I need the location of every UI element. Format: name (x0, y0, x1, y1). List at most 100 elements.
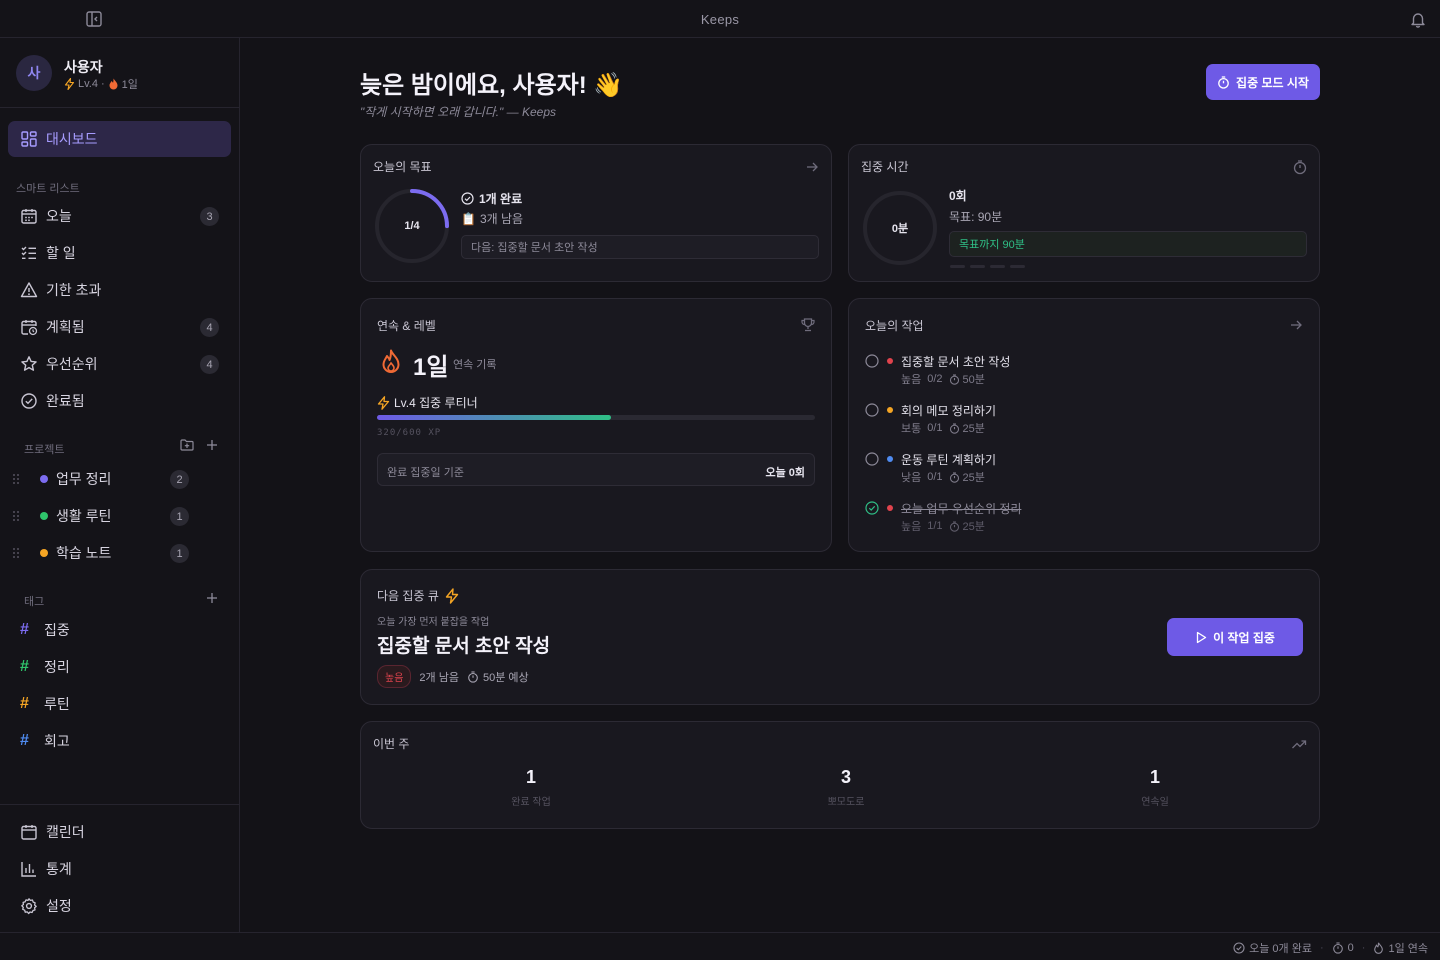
task-priority: 높음 (901, 374, 922, 386)
project-item-life[interactable]: 생활 루틴 1 (8, 499, 231, 533)
task-progress: 1/1 (927, 520, 943, 532)
nav-planned-count: 4 (200, 318, 219, 337)
nav-today[interactable]: 오늘 3 (8, 198, 231, 234)
clipboard-icon: 📋 (461, 211, 476, 226)
bolt-icon (64, 78, 75, 90)
status-streak: 1일 연속 (1373, 940, 1428, 956)
hash-icon: # (20, 732, 29, 749)
flame-icon (109, 78, 118, 90)
priority-dot (887, 407, 893, 413)
today-goal-card: 오늘의 목표 1/4 1개 완료 📋 3개 남음 다음: 집중할 문서 초안 작… (360, 144, 832, 282)
queue-meta: 높음 2개 남음 50분 예상 (377, 665, 529, 688)
gear-icon (21, 898, 37, 915)
task-row[interactable]: 회의 메모 정리하기 보통 0/1 25분 (865, 400, 1285, 446)
arrow-right-icon[interactable] (804, 159, 820, 175)
user-profile[interactable]: 사 사용자 Lv.4 · 1일 (0, 38, 239, 108)
card-title: 연속 & 레벨 (377, 319, 436, 333)
check-circle-icon (461, 192, 474, 205)
status-bar: 오늘 0개 완료 · 0 · 1일 연속 (0, 932, 1440, 960)
task-name: 운동 루틴 계획하기 (901, 453, 996, 467)
goal-progress-ring: 1/4 (373, 187, 451, 265)
nav-calendar[interactable]: 캘린더 (8, 814, 231, 850)
nav-settings[interactable]: 설정 (8, 888, 231, 924)
sidebar: 사 사용자 Lv.4 · 1일 대시보드 스마트 리스트 오늘 3 할 일 기한… (0, 38, 240, 932)
calendar-icon (21, 825, 37, 840)
checkbox-icon[interactable] (865, 354, 879, 368)
nav-stats-label: 통계 (46, 861, 72, 877)
arrow-right-icon[interactable] (1288, 317, 1304, 333)
task-name: 회의 메모 정리하기 (901, 404, 996, 418)
calendar-clock-icon (21, 320, 38, 336)
focus-this-task-button[interactable]: 이 작업 집중 (1167, 618, 1303, 656)
task-row[interactable]: 오늘 업무 우선순위 정리 높음 1/1 25분 (865, 498, 1285, 544)
tag-item-retro[interactable]: # 회고 (20, 726, 70, 756)
bolt-icon (377, 395, 390, 410)
status-separator: · (1319, 942, 1324, 954)
nav-todo-label: 할 일 (46, 245, 76, 261)
level-title-label: Lv.4 집중 루티너 (394, 396, 478, 410)
trophy-icon (801, 318, 815, 332)
project-item-study[interactable]: 학습 노트 1 (8, 536, 231, 570)
task-priority: 높음 (901, 521, 922, 533)
nav-dashboard-label: 대시보드 (46, 131, 98, 147)
hash-icon: # (20, 621, 29, 638)
tag-item-routine[interactable]: # 루틴 (20, 689, 70, 719)
nav-completed[interactable]: 완료됨 (8, 383, 231, 419)
project-color-dot (40, 512, 48, 520)
priority-badge: 높음 (377, 665, 412, 688)
drag-handle-icon[interactable] (12, 473, 20, 485)
tags-label: 태그 (24, 596, 45, 608)
streak-caption: 연속 기록 (453, 359, 497, 371)
goal-ring-label: 1/4 (404, 220, 420, 232)
tag-item-focus[interactable]: # 집중 (20, 615, 70, 645)
week-stat: 3 뽀모도로 (786, 767, 906, 808)
task-row[interactable]: 운동 루틴 계획하기 낮음 0/1 25분 (865, 449, 1285, 495)
nav-todo[interactable]: 할 일 (8, 235, 231, 271)
star-icon (21, 356, 37, 371)
focus-queue-card: 다음 집중 큐 오늘 가장 먼저 붙잡을 작업 집중할 문서 초안 작성 높음 … (360, 569, 1320, 705)
tag-item-organize[interactable]: # 정리 (20, 652, 70, 682)
smart-list-label: 스마트 리스트 (16, 183, 80, 195)
xp-progress-fill (377, 415, 611, 420)
drag-handle-icon[interactable] (12, 510, 20, 522)
project-label: 학습 노트 (56, 545, 112, 561)
user-level: Lv.4 (78, 78, 98, 90)
project-color-dot (40, 549, 48, 557)
level-title: Lv.4 집중 루티너 (377, 394, 478, 411)
sidebar-footer: 캘린더 통계 설정 (0, 804, 239, 932)
add-tag-icon[interactable] (205, 591, 219, 605)
nav-priority[interactable]: 우선순위 4 (8, 346, 231, 382)
project-label: 업무 정리 (56, 471, 112, 487)
new-folder-icon[interactable] (180, 438, 194, 452)
nav-today-label: 오늘 (46, 208, 72, 224)
card-title: 이번 주 (373, 737, 410, 751)
queue-subtitle: 오늘 가장 먼저 붙잡을 작업 (377, 617, 490, 628)
bell-icon[interactable] (1409, 10, 1427, 28)
drag-handle-icon[interactable] (12, 547, 20, 559)
add-project-icon[interactable] (205, 438, 219, 452)
nav-dashboard[interactable]: 대시보드 (8, 121, 231, 157)
meta-separator: · (100, 78, 105, 90)
nav-stats[interactable]: 통계 (8, 851, 231, 887)
projects-label: 프로젝트 (24, 444, 65, 456)
task-meta: 높음 0/2 50분 (901, 371, 985, 387)
xp-text: 320/600 XP (377, 428, 442, 438)
task-priority: 보통 (901, 423, 922, 435)
play-icon (1196, 631, 1207, 643)
task-row[interactable]: 집중할 문서 초안 작성 높음 0/2 50분 (865, 351, 1285, 397)
checkbox-icon[interactable] (865, 403, 879, 417)
priority-dot (887, 358, 893, 364)
nav-planned[interactable]: 계획됨 4 (8, 309, 231, 345)
start-focus-button[interactable]: 집중 모드 시작 (1206, 64, 1320, 100)
checked-icon[interactable] (865, 501, 879, 515)
timer-icon (468, 670, 478, 683)
nav-planned-label: 계획됨 (46, 319, 85, 335)
nav-priority-label: 우선순위 (46, 356, 98, 372)
nav-overdue[interactable]: 기한 초과 (8, 272, 231, 308)
project-item-work[interactable]: 업무 정리 2 (8, 462, 231, 496)
task-priority: 낮음 (901, 472, 922, 484)
next-task-hint[interactable]: 다음: 집중할 문서 초안 작성 (461, 235, 819, 259)
week-stat-label: 완료 작업 (511, 797, 551, 808)
nav-overdue-label: 기한 초과 (46, 282, 102, 298)
checkbox-icon[interactable] (865, 452, 879, 466)
